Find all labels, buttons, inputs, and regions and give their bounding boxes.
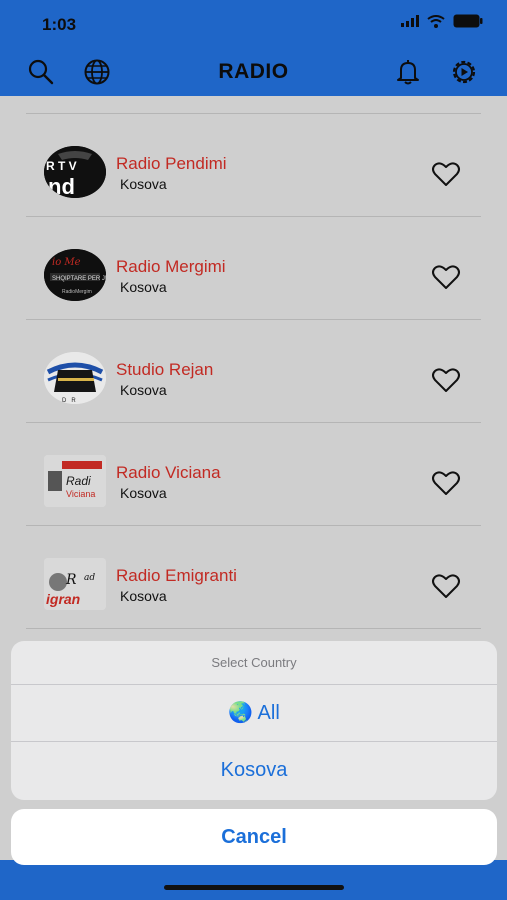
station-row[interactable]: io Me SHQIPTARE PER JU DI RadioMergim Ra… xyxy=(26,217,481,320)
station-country: Kosova xyxy=(120,485,167,501)
heart-icon[interactable] xyxy=(431,263,461,291)
battery-icon xyxy=(453,14,483,28)
station-name: Radio Pendimi xyxy=(116,154,227,173)
country-action-sheet: Select Country 🌏 All Kosova xyxy=(11,641,497,800)
cancel-button[interactable]: Cancel xyxy=(11,809,497,865)
station-row[interactable]: D R Studio Rejan Kosova xyxy=(26,320,481,423)
tab-bar-background xyxy=(0,860,507,900)
svg-text:R T V: R T V xyxy=(46,159,77,173)
station-name: Radio Viciana xyxy=(116,463,221,482)
heart-icon[interactable] xyxy=(431,572,461,600)
action-sheet-title: Select Country xyxy=(11,641,497,685)
station-logo: io Me SHQIPTARE PER JU DI RadioMergim xyxy=(44,249,106,301)
station-name: Radio Mergimi xyxy=(116,257,226,276)
heart-icon[interactable] xyxy=(431,160,461,188)
wifi-icon xyxy=(427,14,445,28)
station-country: Kosova xyxy=(120,588,167,604)
heart-icon[interactable] xyxy=(431,366,461,394)
station-country: Kosova xyxy=(120,279,167,295)
svg-text:nd: nd xyxy=(48,174,75,198)
station-logo: D R xyxy=(44,352,106,404)
svg-text:io Me: io Me xyxy=(52,257,81,268)
home-indicator xyxy=(164,885,344,890)
option-kosova[interactable]: Kosova xyxy=(11,742,497,799)
svg-text:SHQIPTARE PER JU DI: SHQIPTARE PER JU DI xyxy=(52,276,106,282)
bell-icon[interactable] xyxy=(394,58,422,86)
station-row[interactable]: R ad igran Radio Emigranti Kosova xyxy=(26,526,481,629)
status-icons xyxy=(401,14,483,28)
station-logo: Radi Viciana xyxy=(44,455,106,507)
station-logo: R T V nd xyxy=(44,146,106,198)
svg-text:R: R xyxy=(65,572,77,588)
svg-text:D R: D R xyxy=(62,398,76,404)
station-logo: R ad igran xyxy=(44,558,106,610)
svg-text:Viciana: Viciana xyxy=(66,489,95,499)
svg-text:ad: ad xyxy=(84,573,95,583)
station-country: Kosova xyxy=(120,382,167,398)
cellular-signal-icon xyxy=(401,15,419,27)
station-row[interactable]: R T V nd Radio Pendimi Kosova xyxy=(26,114,481,217)
station-name: Studio Rejan xyxy=(116,360,214,379)
svg-text:RadioMergim: RadioMergim xyxy=(62,289,92,295)
svg-text:igran: igran xyxy=(46,591,80,607)
settings-icon[interactable] xyxy=(450,58,478,86)
app-header: 1:03 RADIO xyxy=(0,0,507,96)
station-row[interactable]: Radi Viciana Radio Viciana Kosova xyxy=(26,423,481,526)
status-time: 1:03 xyxy=(42,15,77,34)
heart-icon[interactable] xyxy=(431,469,461,497)
page-title: RADIO xyxy=(218,60,289,83)
option-all[interactable]: 🌏 All xyxy=(11,685,497,742)
svg-text:Radi: Radi xyxy=(66,474,91,488)
station-country: Kosova xyxy=(120,176,167,192)
station-name: Radio Emigranti xyxy=(116,566,237,585)
